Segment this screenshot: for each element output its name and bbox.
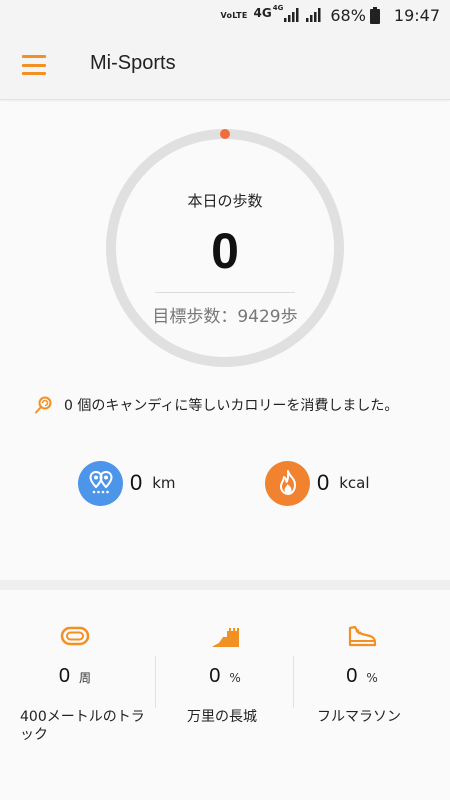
challenge-value: 0 (58, 665, 71, 687)
app-bar: Mi-Sports (0, 30, 450, 100)
challenge-marathon[interactable]: 0% フルマラソン (287, 590, 437, 800)
challenges-panel: 0周 400メートルのトラック 0% 万里の長城 0% フルマラソン (0, 590, 450, 800)
challenge-name: 万里の長城 (187, 709, 257, 725)
calories-unit: kcal (339, 474, 370, 492)
challenge-value: 0 (209, 665, 221, 687)
calories-value: 0 (317, 470, 330, 495)
candy-text: 0 個のキャンディに等しいカロリーを消費しました。 (64, 398, 399, 414)
candy-equivalent: 0 個のキャンディに等しいカロリーを消費しました。 (34, 395, 450, 415)
app-title: Mi-Sports (90, 52, 176, 74)
flame-icon (265, 460, 310, 506)
calories-stat: 0 kcal (265, 460, 370, 506)
ring-divider (155, 292, 295, 293)
network-type-secondary: 4G (272, 4, 284, 12)
network-type: 4G (253, 6, 272, 20)
challenge-name: 400メートルのトラック (20, 709, 145, 743)
signal-icon (284, 8, 299, 22)
distance-unit: km (152, 474, 176, 492)
challenge-value: 0 (346, 665, 358, 687)
clock: 19:47 (393, 5, 440, 25)
great-wall-icon (210, 628, 239, 648)
today-steps-label: 本日の歩数 (187, 192, 263, 210)
battery-icon (369, 6, 380, 24)
track-icon (60, 626, 90, 646)
status-bar: VoLTE 4G 4G 68% 19:47 (0, 0, 450, 30)
signal-icon (306, 8, 321, 22)
volte-indicator: VoLTE (220, 10, 248, 20)
challenge-name: フルマラソン (317, 709, 401, 725)
battery-percent: 68% (330, 5, 366, 25)
distance-stat: 0 km (78, 460, 176, 506)
today-steps-value: 0 (211, 223, 239, 279)
progress-dot (220, 129, 230, 139)
section-separator (0, 580, 450, 590)
running-shoe-icon (348, 625, 377, 647)
challenge-track[interactable]: 0周 400メートルのトラック (0, 590, 150, 800)
challenge-unit: % (229, 671, 241, 685)
step-goal: 目標歩数：9429歩 (152, 307, 298, 327)
challenge-unit: 周 (79, 671, 92, 685)
challenge-great-wall[interactable]: 0% 万里の長城 (150, 590, 300, 800)
distance-value: 0 (130, 470, 143, 495)
challenge-unit: % (366, 671, 378, 685)
map-pin-icon (78, 460, 123, 506)
hamburger-menu-icon[interactable] (22, 53, 48, 77)
lollipop-icon (35, 396, 52, 414)
